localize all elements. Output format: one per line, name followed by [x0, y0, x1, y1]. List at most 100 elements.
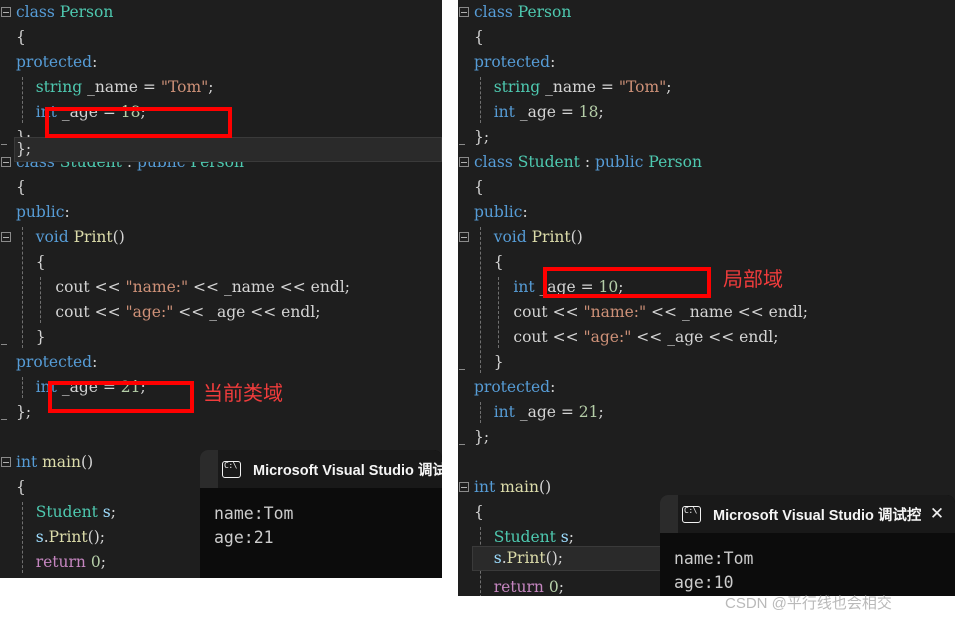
fold-end-marker — [459, 144, 465, 145]
code-line[interactable]: { — [0, 175, 442, 200]
code-line[interactable]: protected: — [0, 50, 442, 75]
code-line-text: int main() — [474, 478, 552, 496]
fold-toggle-icon[interactable] — [1, 7, 11, 17]
code-line[interactable]: class Person — [458, 0, 955, 25]
code-line-text: string _name = "Tom"; — [493, 78, 672, 96]
code-line[interactable]: int _age = 10; — [458, 275, 955, 300]
fold-toggle-icon[interactable] — [459, 7, 469, 17]
indent-guide — [22, 377, 23, 398]
fold-end-marker — [1, 144, 7, 145]
code-line[interactable]: cout << "age:" << _age << endl; — [458, 325, 955, 350]
code-line[interactable]: int _age = 18; — [458, 100, 955, 125]
code-line[interactable]: protected: — [458, 375, 955, 400]
indent-guide — [22, 77, 23, 123]
code-line[interactable]: public: — [458, 200, 955, 225]
debug-console-window-right[interactable]: Microsoft Visual Studio 调试控 ✕ name:Tom a… — [660, 495, 955, 596]
console-titlebar-left[interactable]: Microsoft Visual Studio 调试控 — [200, 450, 442, 488]
code-line-text: public: — [16, 203, 70, 221]
code-line-text: } — [493, 353, 504, 371]
code-line[interactable] — [458, 450, 955, 475]
code-line-text: { — [474, 28, 484, 46]
code-line[interactable]: public: — [0, 200, 442, 225]
code-line[interactable]: void Print() — [458, 225, 955, 250]
code-line[interactable]: } — [458, 350, 955, 375]
code-line[interactable]: int _age = 21; — [458, 400, 955, 425]
code-line-text: { — [16, 28, 26, 46]
code-line-text: protected: — [474, 53, 556, 71]
code-line-text: }; — [474, 428, 490, 446]
code-line[interactable]: { — [458, 250, 955, 275]
indent-guide — [498, 277, 499, 348]
code-line[interactable]: protected: — [0, 350, 442, 375]
code-line[interactable] — [0, 425, 442, 450]
fold-toggle-icon[interactable] — [1, 457, 11, 467]
code-line[interactable]: }; — [458, 425, 955, 450]
close-icon[interactable]: ✕ — [927, 504, 947, 524]
code-line-text: { — [474, 178, 484, 196]
code-line-text: cout << "age:" << _age << endl; — [55, 303, 321, 321]
indent-guide — [480, 402, 481, 423]
fold-toggle-icon[interactable] — [459, 482, 469, 492]
code-line-text: return 0; — [493, 578, 564, 596]
code-line-text: public: — [474, 203, 528, 221]
code-line[interactable]: cout << "name:" << _name << endl; — [0, 275, 442, 300]
console-output-line-2: age:21 — [214, 528, 274, 547]
code-line[interactable]: } — [0, 325, 442, 350]
fold-end-marker — [459, 369, 465, 370]
code-line[interactable]: { — [0, 25, 442, 50]
console-title-right: Microsoft Visual Studio 调试控 — [713, 507, 922, 524]
code-line-text: class Student : public Person — [474, 153, 702, 171]
fold-toggle-icon[interactable] — [459, 232, 469, 242]
console-title-left: Microsoft Visual Studio 调试控 — [253, 462, 442, 479]
console-output-right: name:Tom age:10 — [660, 533, 955, 595]
code-line-text: int main() — [16, 453, 94, 471]
code-line-text: } — [35, 328, 46, 346]
annotation-label-right: 局部域 — [723, 267, 783, 291]
fold-toggle-icon[interactable] — [1, 232, 11, 242]
console-output-left: name:Tom age:21 — [200, 488, 442, 550]
cmd-prompt-icon — [222, 460, 241, 478]
code-line-text: cout << "age:" << _age << endl; — [513, 328, 779, 346]
code-line[interactable]: void Print() — [0, 225, 442, 250]
code-line-text: string _name = "Tom"; — [35, 78, 214, 96]
code-line-text: protected: — [474, 378, 556, 396]
code-line[interactable]: }; — [458, 125, 955, 150]
code-line[interactable]: class Person — [0, 0, 442, 25]
code-line-text: { — [16, 178, 26, 196]
cmd-prompt-icon — [682, 505, 701, 523]
code-line-text: cout << "name:" << _name << endl; — [513, 303, 808, 321]
code-line[interactable]: class Student : public Person — [458, 150, 955, 175]
code-line[interactable]: cout << "name:" << _name << endl; — [458, 300, 955, 325]
code-line-text: int _age = 18; — [493, 103, 604, 121]
code-line[interactable]: { — [0, 250, 442, 275]
fold-end-marker — [1, 419, 7, 420]
code-line-text: int _age = 21; — [35, 378, 146, 396]
code-line-text: { — [493, 253, 504, 271]
screenshot-stage: class Person { protected: string _name = "… — [0, 0, 955, 619]
code-line[interactable]: int _age = 18; — [0, 100, 442, 125]
code-line[interactable]: { — [458, 175, 955, 200]
code-line-text: s.Print(); — [35, 528, 105, 546]
indent-guide — [22, 502, 23, 573]
code-line[interactable]: protected: — [458, 50, 955, 75]
code-line-text: protected: — [16, 53, 98, 71]
fold-toggle-icon[interactable] — [459, 157, 469, 167]
code-line[interactable]: string _name = "Tom"; — [458, 75, 955, 100]
code-line-text: void Print() — [493, 228, 583, 246]
code-line-text: { — [474, 503, 484, 521]
debug-console-window-left[interactable]: Microsoft Visual Studio 调试控 name:Tom age… — [200, 450, 442, 578]
indent-guide — [480, 77, 481, 123]
code-line-text: }; — [474, 128, 490, 146]
code-line[interactable]: cout << "age:" << _age << endl; — [0, 300, 442, 325]
code-line[interactable]: { — [458, 25, 955, 50]
console-titlebar-right[interactable]: Microsoft Visual Studio 调试控 ✕ — [660, 495, 955, 533]
indent-guide — [22, 227, 23, 348]
fold-end-marker — [459, 444, 465, 445]
code-line[interactable]: string _name = "Tom"; — [0, 75, 442, 100]
annotation-label-left: 当前类域 — [203, 381, 283, 405]
fold-toggle-icon[interactable] — [1, 157, 11, 167]
current-line-text-left: }; — [16, 140, 32, 158]
code-line-text: class Person — [474, 3, 572, 21]
code-line-text: { — [35, 253, 46, 271]
console-output-line-1: name:Tom — [674, 549, 754, 568]
